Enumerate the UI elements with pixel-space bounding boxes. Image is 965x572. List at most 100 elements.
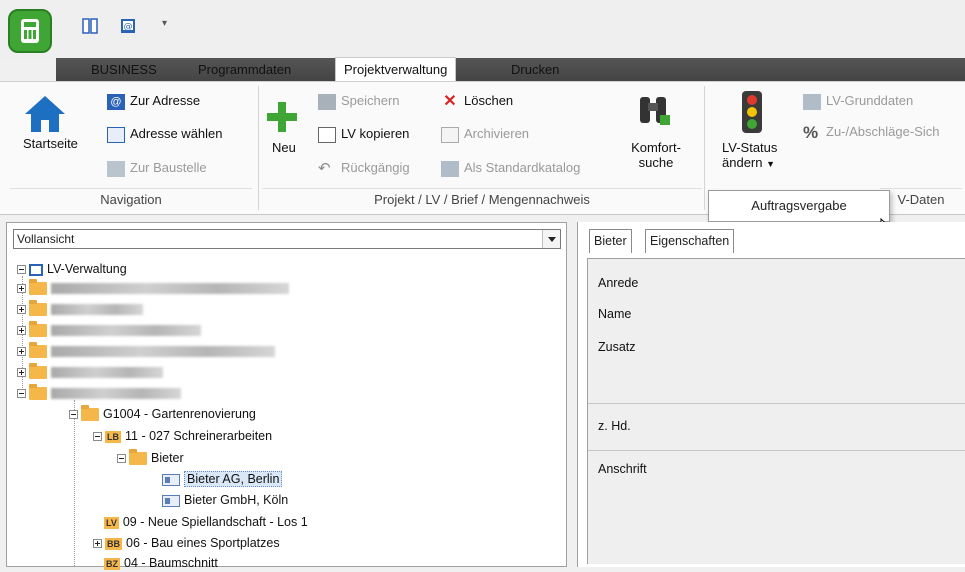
expand-icon[interactable]	[17, 347, 26, 357]
divider	[588, 403, 965, 404]
zur-baustelle-button[interactable]: Zur Baustelle	[107, 160, 207, 177]
expand-icon[interactable]	[93, 539, 102, 549]
tree-bb-label: 06 - Bau eines Sportplatzes	[126, 536, 280, 550]
grunddaten-icon	[803, 93, 821, 110]
folder-open-icon	[129, 449, 147, 466]
zur-adresse-button[interactable]: @ Zur Adresse	[107, 93, 200, 110]
lv-manager-icon[interactable]	[82, 18, 98, 34]
lv-status-label-line1: LV-Status	[722, 140, 778, 155]
tree-node-blurred[interactable]	[17, 300, 143, 318]
tree-bieter2-label: Bieter GmbH, Köln	[184, 493, 289, 507]
tree-node-bieter-folder[interactable]: Bieter	[117, 449, 184, 467]
tree-node-root[interactable]: LV-Verwaltung	[17, 260, 127, 278]
address-card-icon	[162, 473, 180, 486]
plus-icon	[267, 102, 297, 132]
construction-site-icon	[107, 160, 125, 177]
tree-bieter1-label: Bieter AG, Berlin	[184, 471, 283, 487]
tab-drucken[interactable]: Drucken	[503, 58, 567, 81]
tree-bieter-folder-label: Bieter	[151, 451, 184, 465]
speichern-label: Speichern	[341, 93, 400, 108]
tree-node-blurred[interactable]	[17, 384, 181, 402]
folder-icon	[29, 300, 47, 317]
folder-icon	[29, 342, 47, 359]
neu-button[interactable]	[265, 100, 299, 137]
tree-node-bieter1[interactable]: Bieter AG, Berlin	[162, 470, 283, 488]
lv-status-label: LV-Status ändern ▼	[722, 140, 777, 170]
komfortsuche-button[interactable]	[636, 93, 672, 132]
tab-programmdaten[interactable]: Programmdaten	[190, 58, 299, 81]
loeschen-label: Löschen	[464, 93, 514, 108]
collapse-icon[interactable]	[69, 410, 78, 420]
expand-icon[interactable]	[17, 368, 26, 378]
expand-icon[interactable]	[17, 305, 26, 315]
loeschen-button[interactable]: ✕ Löschen	[441, 93, 513, 110]
tab-eigenschaften[interactable]: Eigenschaften	[645, 229, 735, 253]
auftragsvergabe-menu-item[interactable]: Auftragsvergabe	[708, 190, 890, 222]
view-select[interactable]: Vollansicht	[13, 229, 561, 249]
archivieren-label: Archivieren	[464, 126, 530, 141]
zu-abschlaege-button[interactable]: % Zu-/Abschläge-Sich	[803, 124, 939, 141]
adresse-waehlen-button[interactable]: Adresse wählen	[107, 126, 223, 143]
expand-icon[interactable]	[17, 284, 26, 294]
tab-business[interactable]: BUSINESS	[83, 58, 165, 81]
collapse-icon[interactable]	[17, 265, 26, 275]
tab-projektverwaltung[interactable]: Projektverwaltung	[335, 57, 457, 81]
expand-icon[interactable]	[17, 326, 26, 336]
lv-grunddaten-button[interactable]: LV-Grunddaten	[803, 93, 913, 110]
tree-node-blurred[interactable]	[17, 363, 163, 381]
tree-node-bz[interactable]: BZ 04 - Baumschnitt	[104, 554, 218, 572]
tree-node-lb[interactable]: LB 11 - 027 Schreinerarbeiten	[93, 427, 272, 445]
tree-bz-label: 04 - Baumschnitt	[124, 556, 218, 570]
tree-node-bieter2[interactable]: Bieter GmbH, Köln	[162, 491, 288, 509]
tree-root-label: LV-Verwaltung	[47, 262, 127, 276]
lv-badge: LV	[104, 516, 119, 529]
name-label: Name	[598, 307, 632, 321]
lv-kopieren-button[interactable]: LV kopieren	[318, 126, 409, 143]
lv-status-label-line2: ändern	[722, 155, 763, 170]
select-arrow-icon[interactable]	[542, 230, 560, 248]
collapse-icon[interactable]	[93, 432, 102, 442]
redacted-text	[51, 283, 289, 295]
tab-bieter[interactable]: Bieter	[589, 229, 632, 253]
folder-icon	[29, 279, 47, 296]
redacted-text	[51, 325, 201, 337]
collapse-icon[interactable]	[117, 454, 126, 464]
komfortsuche-label-line1: Komfort-	[631, 140, 681, 155]
zusatz-label: Zusatz	[598, 340, 636, 354]
rueckgaengig-button[interactable]: ↶ Rückgängig	[318, 160, 410, 177]
calculator-icon	[21, 19, 39, 43]
address-card-icon	[162, 494, 180, 507]
copy-icon	[318, 126, 336, 143]
archivieren-button[interactable]: Archivieren	[441, 126, 529, 143]
tree-node-bb[interactable]: BB 06 - Bau eines Sportplatzes	[93, 534, 280, 552]
ribbon-separator	[258, 86, 259, 210]
address-icon[interactable]: @	[120, 18, 136, 34]
catalog-icon	[441, 160, 459, 177]
tree-node-blurred[interactable]	[17, 321, 201, 339]
redacted-text	[51, 367, 163, 379]
address-card-icon	[107, 126, 125, 143]
view-select-value: Vollansicht	[17, 232, 75, 246]
tree-node-project[interactable]: G1004 - Gartenrenovierung	[69, 405, 256, 423]
tree-node-blurred[interactable]	[17, 279, 289, 297]
group-label-navigation: Navigation	[10, 188, 252, 211]
als-standardkatalog-button[interactable]: Als Standardkatalog	[441, 160, 580, 177]
application-menu-button[interactable]	[8, 9, 52, 53]
collapse-icon[interactable]	[17, 389, 26, 399]
startseite-button[interactable]	[23, 92, 67, 139]
tree-line	[74, 400, 75, 566]
folder-open-icon	[29, 384, 47, 401]
binoculars-icon	[640, 97, 670, 125]
tree-node-blurred[interactable]	[17, 342, 275, 360]
folder-icon	[29, 321, 47, 338]
komfortsuche-label: Komfort-suche	[626, 140, 686, 170]
folder-open-icon	[81, 405, 99, 422]
neu-label: Neu	[272, 140, 296, 155]
delete-x-icon: ✕	[443, 92, 457, 110]
bz-badge: BZ	[104, 557, 120, 570]
customize-qat-icon[interactable]: ▾	[162, 18, 167, 29]
lv-kopieren-label: LV kopieren	[341, 126, 410, 141]
tree-node-lv[interactable]: LV 09 - Neue Spiellandschaft - Los 1	[104, 513, 308, 531]
speichern-button[interactable]: Speichern	[318, 93, 400, 110]
lv-status-button[interactable]	[740, 90, 764, 137]
